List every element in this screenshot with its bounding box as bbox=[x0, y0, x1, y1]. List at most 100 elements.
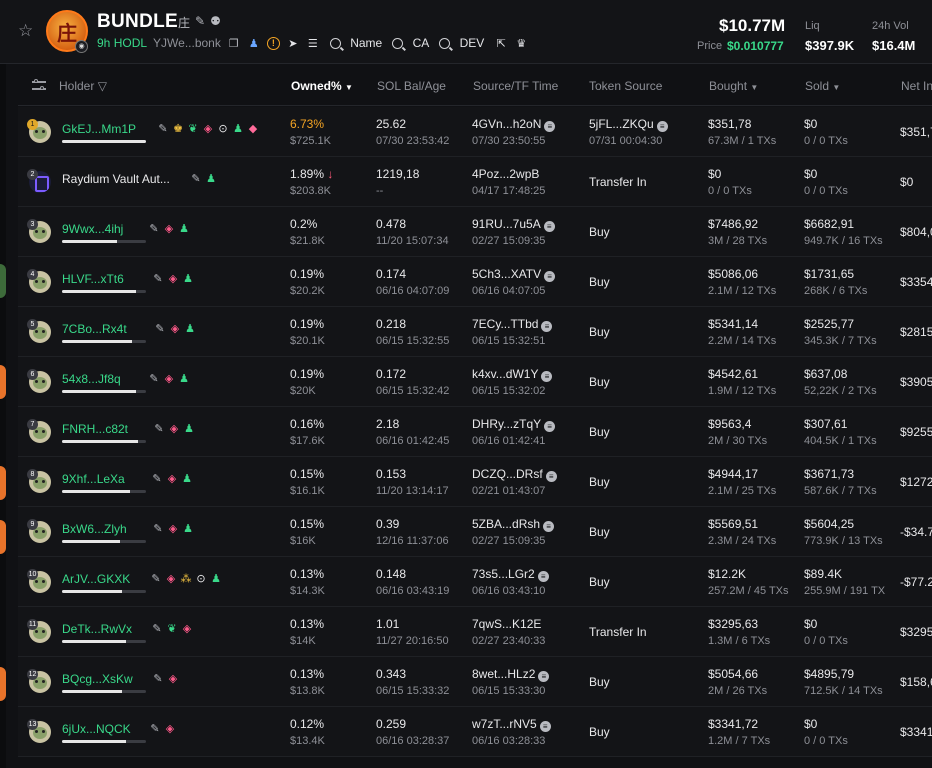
source-address[interactable]: 7ECy...TTbd ≡ bbox=[472, 317, 553, 332]
table-row[interactable]: 3 9Wwx...4ihj ✎ ◈ ♟ 0.2% $21.8K 0.478 11/2… bbox=[18, 207, 932, 257]
source-address[interactable]: 73s5...LGr2 ≡ bbox=[472, 567, 549, 582]
holder-address[interactable]: DeTk...RwVx bbox=[62, 622, 132, 636]
solscan-icon[interactable]: ≡ bbox=[543, 221, 555, 232]
token-avatar-glyph: 庄 bbox=[57, 20, 77, 45]
sold-txs: 52,22K / 2 TXs bbox=[804, 385, 877, 397]
column-sold[interactable]: Sold ▼ bbox=[805, 79, 840, 93]
source-address[interactable]: DCZQ...DRsf ≡ bbox=[472, 467, 557, 482]
edit-icon[interactable]: ✎ bbox=[149, 722, 161, 735]
solscan-icon[interactable]: ≡ bbox=[541, 321, 553, 332]
column-token-source[interactable]: Token Source bbox=[589, 79, 662, 93]
table-row[interactable]: 2 Raydium Vault Aut... ✎ ♟ 1.89% ↓ $203.8… bbox=[18, 157, 932, 207]
column-owned[interactable]: Owned% ▼ bbox=[291, 79, 353, 93]
solscan-icon[interactable]: ≡ bbox=[656, 121, 668, 132]
solscan-icon[interactable]: ≡ bbox=[538, 671, 550, 682]
table-row[interactable]: 10 ArJV...GKXK ✎ ◈ ⁂ ⊙ ♟ 0.13% $14.3K 0.148 … bbox=[18, 557, 932, 607]
column-net-inflow[interactable]: Net In bbox=[901, 79, 932, 93]
holder-address[interactable]: FNRH...c82t bbox=[62, 422, 128, 436]
search-name-button[interactable]: Name bbox=[329, 36, 382, 50]
source-address[interactable]: 8wet...HLz2 ≡ bbox=[472, 667, 550, 682]
solscan-icon[interactable]: ≡ bbox=[539, 721, 551, 732]
table-row[interactable]: 8 9Xhf...LeXa ✎ ◈ ♟ 0.15% $16.1K 0.153 11/… bbox=[18, 457, 932, 507]
funnel-icon[interactable]: ▽ bbox=[98, 79, 107, 93]
source-address[interactable]: k4xv...dW1Y ≡ bbox=[472, 367, 553, 382]
holder-address[interactable]: 9Wwx...4ihj bbox=[62, 222, 123, 236]
sol-balance: 1219,18 bbox=[376, 167, 420, 181]
favorite-star-icon[interactable]: ☆ bbox=[18, 22, 36, 40]
holder-address[interactable]: GkEJ...Mm1P bbox=[62, 122, 136, 136]
wallet-age: 11/27 20:16:50 bbox=[376, 635, 449, 647]
solscan-icon[interactable]: ≡ bbox=[545, 471, 557, 482]
left-edge-strip bbox=[0, 0, 6, 768]
holder-address[interactable]: 6jUx...NQCK bbox=[62, 722, 131, 736]
edit-icon[interactable]: ✎ bbox=[195, 14, 205, 31]
table-row[interactable]: 11 DeTk...RwVx ✎ ❦ ◈ 0.13% $14K 1.01 11/27… bbox=[18, 607, 932, 657]
bought-txs: 1.3M / 6 TXs bbox=[708, 635, 771, 647]
holder-address[interactable]: Raydium Vault Aut... bbox=[62, 172, 170, 186]
holder-address[interactable]: 54x8...Jf8q bbox=[62, 372, 121, 386]
solscan-icon[interactable]: ≡ bbox=[537, 571, 549, 582]
token-source-address[interactable]: 5jFL...ZKQu ≡ bbox=[589, 117, 668, 132]
telegram-icon[interactable]: ➤ bbox=[286, 36, 300, 50]
table-row[interactable]: 4 HLVF...xTt6 ✎ ◈ ♟ 0.19% $20.2K 0.174 06/… bbox=[18, 257, 932, 307]
table-row[interactable]: 9 BxW6...Zlyh ✎ ◈ ♟ 0.15% $16K 0.39 12/16 … bbox=[18, 507, 932, 557]
column-holder[interactable]: Holder ▽ bbox=[59, 79, 107, 93]
table-row[interactable]: 6 54x8...Jf8q ✎ ◈ ♟ 0.19% $20K 0.172 06/15… bbox=[18, 357, 932, 407]
external-link-icon[interactable]: ⇱ bbox=[494, 36, 508, 50]
holder-address[interactable]: 9Xhf...LeXa bbox=[62, 472, 125, 486]
solscan-icon[interactable]: ≡ bbox=[544, 121, 556, 132]
source-address[interactable]: 4Poz...2wpB bbox=[472, 167, 539, 181]
source-address[interactable]: 91RU...7u5A ≡ bbox=[472, 217, 555, 232]
column-sol-balance[interactable]: SOL Bal/Age bbox=[377, 79, 446, 93]
solscan-icon[interactable]: ≡ bbox=[544, 421, 556, 432]
source-address[interactable]: DHRy...zTqY ≡ bbox=[472, 417, 556, 432]
stack-icon: ◈ bbox=[182, 622, 192, 635]
sort-icon: ▼ bbox=[832, 83, 841, 92]
table-row[interactable]: 5 7CBo...Rx4t ✎ ◈ ♟ 0.19% $20.1K 0.218 06/… bbox=[18, 307, 932, 357]
edit-icon[interactable]: ✎ bbox=[148, 372, 160, 385]
table-row[interactable]: 7 FNRH...c82t ✎ ◈ ♟ 0.16% $17.6K 2.18 06/1… bbox=[18, 407, 932, 457]
edit-icon[interactable]: ✎ bbox=[190, 172, 202, 185]
table-row[interactable]: 1 GkEJ...Mm1P ✎ ♚ ❦ ◈ ⊙ ♟ ◆ 6.73% $725.1K 25.6… bbox=[18, 107, 932, 157]
solscan-icon[interactable]: ≡ bbox=[543, 521, 555, 532]
search-dev-button[interactable]: DEV bbox=[439, 36, 484, 50]
edit-icon[interactable]: ✎ bbox=[154, 322, 166, 335]
list-icon[interactable]: ☰ bbox=[306, 36, 320, 50]
table-row[interactable]: 12 BQcg...XsKw ✎ ◈ 0.13% $13.8K 0.343 06/… bbox=[18, 657, 932, 707]
source-address[interactable]: 5Ch3...XATV ≡ bbox=[472, 267, 556, 282]
holder-address[interactable]: ArJV...GKXK bbox=[62, 572, 130, 586]
contract-address[interactable]: YJWe...bonk bbox=[153, 36, 221, 50]
solscan-icon[interactable]: ≡ bbox=[541, 371, 553, 382]
owned-percent: 0.19% bbox=[290, 367, 325, 381]
source-address[interactable]: w7zT...rNV5 ≡ bbox=[472, 717, 551, 732]
holder-address[interactable]: BQcg...XsKw bbox=[62, 672, 133, 686]
crown-icon[interactable]: ♛ bbox=[514, 36, 528, 50]
copy-icon[interactable]: ❐ bbox=[227, 36, 241, 50]
edit-icon[interactable]: ✎ bbox=[151, 472, 163, 485]
edit-icon[interactable]: ✎ bbox=[151, 622, 163, 635]
column-source[interactable]: Source/TF Time bbox=[473, 79, 558, 93]
source-address[interactable]: 4GVn...h2oN ≡ bbox=[472, 117, 556, 132]
source-address[interactable]: 5ZBA...dRsh ≡ bbox=[472, 517, 555, 532]
search-ca-button[interactable]: CA bbox=[392, 36, 429, 50]
source-address[interactable]: 7qwS...K12E bbox=[472, 617, 541, 631]
edit-icon[interactable]: ✎ bbox=[153, 422, 165, 435]
edit-icon[interactable]: ✎ bbox=[152, 272, 164, 285]
filter-settings-icon[interactable] bbox=[32, 79, 46, 91]
edit-icon[interactable]: ✎ bbox=[150, 572, 162, 585]
token-source-type: Transfer In bbox=[589, 175, 647, 189]
holders-icon[interactable]: ♟ bbox=[247, 36, 261, 50]
net-inflow: $158,6 bbox=[900, 675, 932, 689]
holder-address[interactable]: 7CBo...Rx4t bbox=[62, 322, 127, 336]
holder-address[interactable]: BxW6...Zlyh bbox=[62, 522, 127, 536]
solscan-icon[interactable]: ≡ bbox=[544, 271, 556, 282]
edit-icon[interactable]: ✎ bbox=[148, 222, 160, 235]
edit-icon[interactable]: ✎ bbox=[157, 122, 169, 135]
edit-icon[interactable]: ✎ bbox=[152, 672, 164, 685]
holder-address[interactable]: HLVF...xTt6 bbox=[62, 272, 124, 286]
edit-icon[interactable]: ✎ bbox=[152, 522, 164, 535]
column-bought[interactable]: Bought ▼ bbox=[709, 79, 758, 93]
table-row[interactable]: 13 6jUx...NQCK ✎ ◈ 0.12% $13.4K 0.259 06/… bbox=[18, 707, 932, 757]
token-name: BUNDLE bbox=[97, 11, 178, 32]
warning-icon[interactable]: ! bbox=[266, 36, 280, 50]
